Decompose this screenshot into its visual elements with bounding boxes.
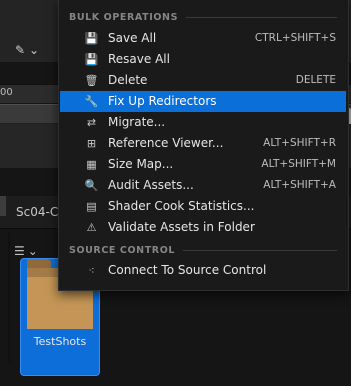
menu-section-header: SOURCE CONTROL	[69, 243, 337, 257]
migrate-icon: ⇄	[86, 116, 97, 129]
folder-context-menu: BULK OPERATIONS 💾 Save All CTRL+SHIFT+S 💾 Res…	[58, 0, 349, 291]
chevron-down-icon: ⌄	[27, 244, 38, 258]
asset-name: TestShots	[33, 335, 87, 348]
brush-icon: ✎	[14, 43, 25, 57]
menu-item-label: Audit Assets...	[108, 178, 194, 192]
source-control-icon: ⁖	[88, 264, 95, 277]
tab-sequence[interactable]: Sc04-C	[16, 205, 58, 219]
menu-item-fix-up-redirectors[interactable]: 🔧 Fix Up Redirectors	[60, 91, 346, 112]
menu-item-delete[interactable]: 🗑 Delete DELETE	[60, 70, 346, 91]
menu-item-shader-cook-statistics[interactable]: ▤ Shader Cook Statistics...	[60, 196, 346, 217]
size-map-icon: ▦	[86, 158, 97, 171]
brush-tool-dropdown[interactable]: ✎ ⌄	[6, 38, 48, 62]
menu-item-label: Fix Up Redirectors	[108, 94, 217, 108]
menu-item-label: Validate Assets in Folder	[108, 220, 255, 234]
panel-divider[interactable]	[8, 232, 10, 362]
menu-item-reference-viewer[interactable]: ⊞ Reference Viewer... ALT+SHIFT+R	[60, 133, 346, 154]
chevron-down-icon: ⌄	[29, 43, 40, 57]
validate-icon: ⚠	[86, 221, 97, 234]
menu-item-label: Reference Viewer...	[108, 136, 224, 150]
menu-item-shortcut: ALT+SHIFT+A	[263, 179, 336, 191]
menu-section-header: BULK OPERATIONS	[69, 10, 337, 24]
stats-icon: ▤	[86, 200, 97, 213]
asset-label-area: TestShots	[21, 329, 99, 375]
menu-item-shortcut: ALT+SHIFT+R	[263, 137, 336, 149]
menu-item-label: Connect To Source Control	[108, 263, 267, 277]
menu-item-size-map[interactable]: ▦ Size Map... ALT+SHIFT+M	[60, 154, 346, 175]
menu-item-label: Size Map...	[108, 157, 174, 171]
menu-section-divider	[183, 249, 337, 251]
menu-item-connect-to-source-control[interactable]: ⁖ Connect To Source Control	[60, 260, 346, 281]
menu-item-shortcut: DELETE	[295, 74, 336, 86]
menu-item-migrate[interactable]: ⇄ Migrate...	[60, 112, 346, 133]
menu-item-label: Migrate...	[108, 115, 166, 129]
menu-item-label: Resave All	[108, 52, 170, 66]
menu-item-audit-assets[interactable]: 🔍 Audit Assets... ALT+SHIFT+A	[60, 175, 346, 196]
menu-section-title: BULK OPERATIONS	[69, 11, 179, 23]
save-icon: 💾	[84, 32, 99, 45]
save-icon: 💾	[84, 53, 99, 66]
reference-viewer-icon: ⊞	[86, 137, 97, 150]
menu-section-divider	[186, 16, 337, 18]
folder-icon	[27, 259, 51, 268]
menu-item-validate-assets-in-folder[interactable]: ⚠ Validate Assets in Folder	[60, 217, 346, 238]
wrench-icon: 🔧	[84, 95, 99, 108]
menu-item-label: Shader Cook Statistics...	[108, 199, 255, 213]
menu-item-resave-all[interactable]: 💾 Resave All	[60, 49, 346, 70]
menu-item-shortcut: CTRL+SHIFT+S	[254, 32, 336, 44]
audit-icon: 🔍	[84, 179, 99, 192]
filter-icon: ☰	[14, 244, 25, 258]
menu-item-shortcut: ALT+SHIFT+M	[261, 158, 336, 170]
trash-icon: 🗑	[84, 74, 99, 87]
menu-item-label: Delete	[108, 73, 148, 87]
tab-row-stub	[0, 196, 6, 216]
ruler-label: 00	[0, 87, 13, 98]
menu-item-label: Save All	[108, 31, 157, 45]
menu-item-save-all[interactable]: 💾 Save All CTRL+SHIFT+S	[60, 28, 346, 49]
menu-section-title: SOURCE CONTROL	[69, 244, 176, 256]
